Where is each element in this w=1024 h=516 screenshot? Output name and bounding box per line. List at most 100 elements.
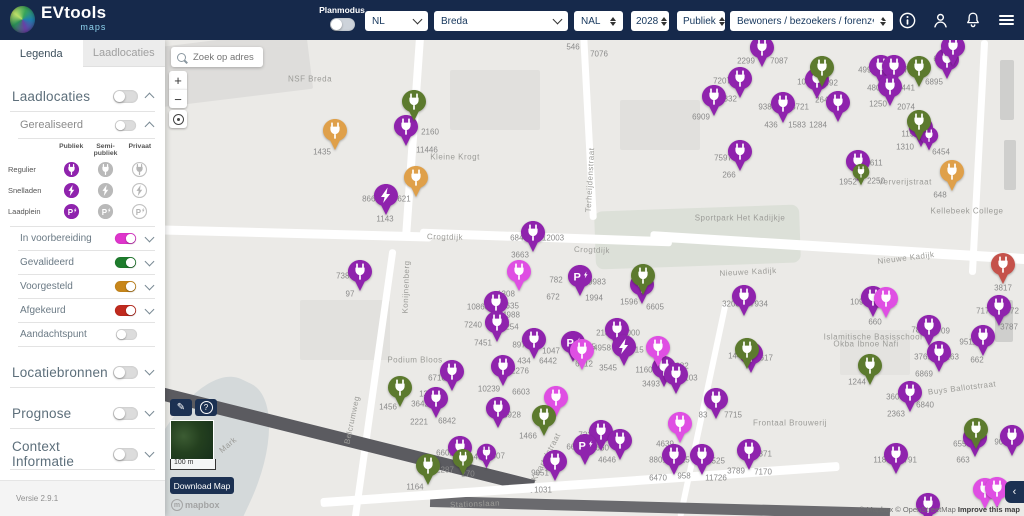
map-pin[interactable] <box>999 424 1024 458</box>
map-pin[interactable] <box>852 163 870 187</box>
map-pin[interactable] <box>569 338 595 372</box>
map-pin[interactable] <box>939 159 965 193</box>
status-toggle[interactable] <box>115 328 138 341</box>
map-pin[interactable] <box>423 386 449 420</box>
map-pin[interactable] <box>476 443 497 470</box>
map-pin[interactable] <box>727 139 753 173</box>
tab-laadlocaties[interactable]: Laadlocaties <box>82 40 165 67</box>
improve-map-link[interactable]: Improve this map <box>958 505 1020 514</box>
map-pin[interactable] <box>873 286 899 320</box>
map-pin[interactable] <box>542 449 568 483</box>
section-toggle[interactable] <box>113 447 138 461</box>
map-pin[interactable] <box>736 438 762 472</box>
download-map-button[interactable]: Download Map <box>170 477 234 494</box>
map-pin[interactable] <box>661 443 687 477</box>
map-pin[interactable] <box>521 327 547 361</box>
map-pin[interactable] <box>770 91 796 125</box>
status-toggle[interactable] <box>114 280 137 293</box>
draw-button[interactable]: ✎ <box>170 399 192 416</box>
map-pin[interactable] <box>877 74 903 108</box>
help-button[interactable]: ? <box>195 399 217 416</box>
map-pin[interactable] <box>387 375 413 409</box>
tab-legenda[interactable]: Legenda <box>0 40 83 67</box>
notifications-icon[interactable] <box>963 10 983 30</box>
satellite-minimap-toggle[interactable] <box>170 420 214 460</box>
chevron-down-icon[interactable] <box>144 280 155 290</box>
laadlocaties-toggle[interactable] <box>113 89 138 103</box>
search-input[interactable] <box>191 50 265 64</box>
map-pin[interactable] <box>986 294 1012 328</box>
map-pin[interactable] <box>897 380 923 414</box>
map-pin[interactable] <box>703 387 729 421</box>
zoom-out-button[interactable]: − <box>169 89 187 108</box>
map-pin[interactable] <box>857 353 883 387</box>
map-pin[interactable] <box>520 220 546 254</box>
charger-type-matrix: Publiek Semi-publiek Privaat Regulier Snell… <box>0 139 165 226</box>
map-pin[interactable] <box>667 411 693 445</box>
settings-icon[interactable] <box>864 10 884 30</box>
street-label: Podium Bloos <box>387 355 443 365</box>
map-pin[interactable] <box>415 453 441 487</box>
status-toggle[interactable] <box>114 232 137 245</box>
map-pin[interactable] <box>347 259 373 293</box>
map-pin[interactable] <box>611 334 637 368</box>
chevron-down-icon[interactable] <box>144 447 155 458</box>
map-pin[interactable] <box>401 89 427 123</box>
status-toggle[interactable] <box>114 304 137 317</box>
country-select[interactable]: NL <box>365 11 428 31</box>
publiek-select[interactable]: Publiek <box>677 11 725 31</box>
section-toggle[interactable] <box>113 406 138 420</box>
map-pin[interactable] <box>403 165 429 199</box>
map-pin[interactable] <box>531 404 557 438</box>
nal-select[interactable]: NAL <box>574 11 623 31</box>
map-pin[interactable] <box>916 314 942 348</box>
map-pin[interactable] <box>809 55 835 89</box>
map-pin[interactable] <box>970 324 996 358</box>
collapse-panel-button[interactable]: ‹ <box>1005 481 1024 503</box>
map-pin[interactable] <box>689 443 715 477</box>
map-pin[interactable] <box>990 252 1016 286</box>
address-search[interactable] <box>171 47 265 67</box>
map-pin[interactable] <box>607 428 633 462</box>
map-pin[interactable]: P <box>567 264 593 298</box>
map-pin[interactable] <box>490 354 516 388</box>
menu-icon[interactable] <box>996 10 1016 30</box>
year-select[interactable]: 2028 <box>631 11 669 31</box>
map-pin[interactable] <box>630 263 656 297</box>
status-toggle[interactable] <box>114 256 137 269</box>
user-icon[interactable] <box>930 10 950 30</box>
geolocate-button[interactable] <box>169 110 187 128</box>
map-pin[interactable] <box>484 310 510 344</box>
map-pin[interactable] <box>485 396 511 430</box>
matrix-column-header: Publiek <box>59 143 84 150</box>
planmodus-toggle[interactable] <box>329 18 355 31</box>
map-pin[interactable] <box>906 55 932 89</box>
info-icon[interactable] <box>897 10 917 30</box>
section-toggle[interactable] <box>113 365 138 379</box>
map-pin[interactable] <box>825 90 851 124</box>
map-pin[interactable] <box>749 35 775 69</box>
chevron-down-icon[interactable] <box>144 256 155 266</box>
map-pin[interactable] <box>883 442 909 476</box>
map-pin[interactable] <box>731 284 757 318</box>
chevron-down-icon[interactable] <box>144 232 155 242</box>
municipality-select[interactable]: Breda <box>434 11 568 31</box>
chevron-down-icon[interactable] <box>144 406 155 417</box>
zoom-in-button[interactable]: + <box>169 71 187 89</box>
chevron-up-icon[interactable] <box>144 121 155 132</box>
chevron-down-icon[interactable] <box>144 365 155 376</box>
gerealiseerd-toggle[interactable] <box>114 119 137 131</box>
chevron-down-icon[interactable] <box>144 304 155 314</box>
chevron-up-icon[interactable] <box>144 92 155 103</box>
map-pin[interactable]: P <box>572 433 598 467</box>
map-pin[interactable] <box>506 259 532 293</box>
map-pin[interactable] <box>373 183 399 217</box>
map-pin[interactable] <box>701 84 727 118</box>
map-pin[interactable] <box>322 118 348 152</box>
map-pin[interactable] <box>645 335 671 369</box>
map-pin[interactable] <box>906 109 932 143</box>
map-pin[interactable] <box>452 448 474 477</box>
map-pin[interactable] <box>963 417 989 451</box>
map-pin[interactable] <box>727 66 753 100</box>
map-pin[interactable] <box>734 337 760 371</box>
